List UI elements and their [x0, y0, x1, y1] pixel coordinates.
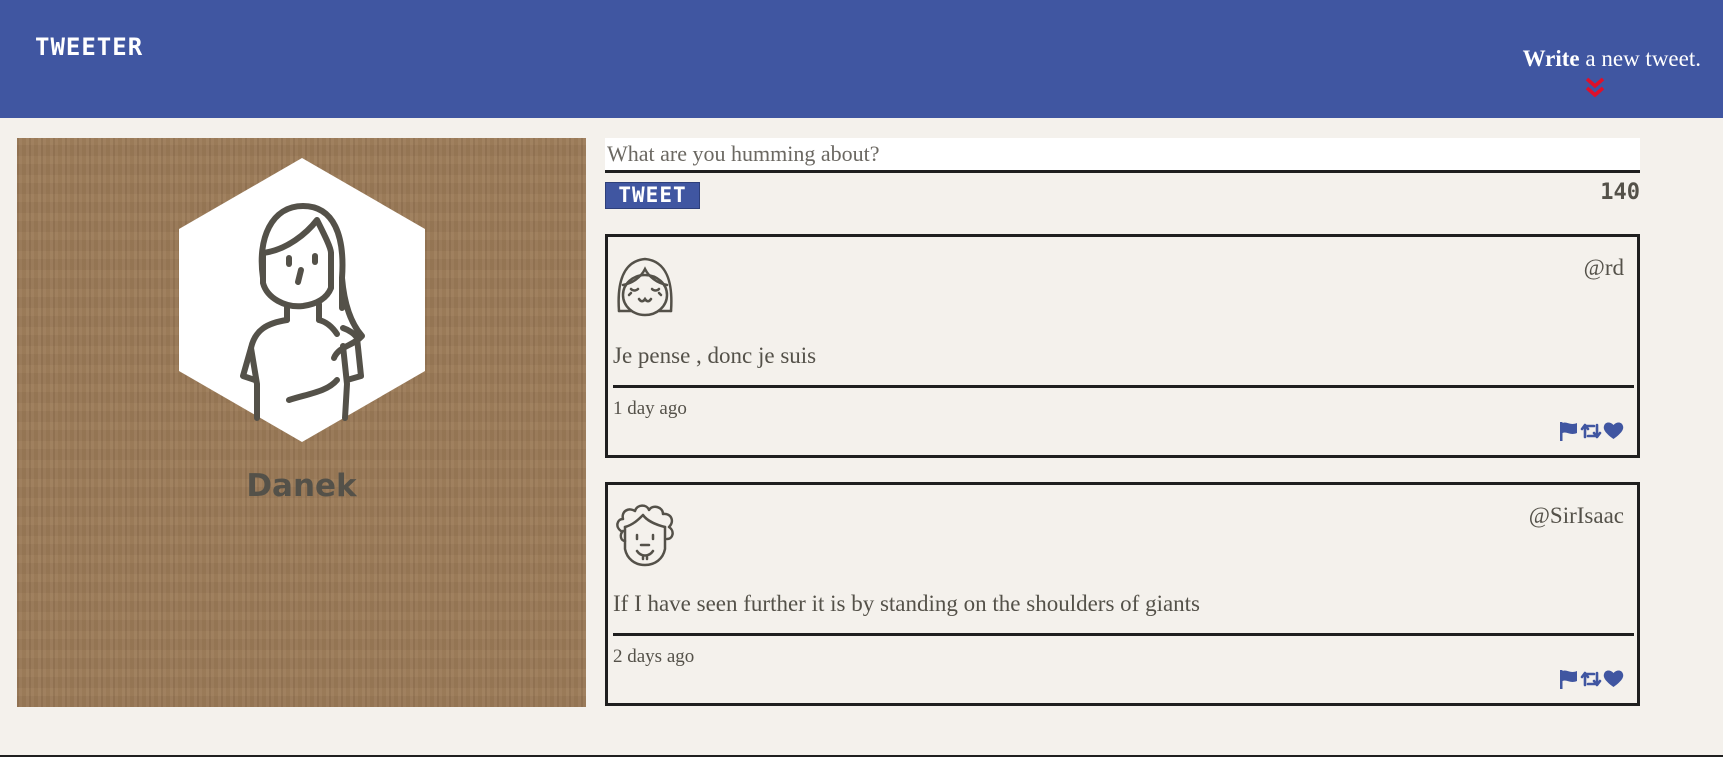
tweet-card: @SirIsaac If I have seen further it is b… [605, 482, 1640, 706]
tweet-actions [1559, 668, 1624, 690]
top-navbar: TWEETER Write a new tweet. [0, 0, 1723, 118]
profile-name: Danek [246, 468, 357, 504]
tweet-actions [1559, 420, 1624, 442]
compose-toggle-bold: Write [1522, 46, 1580, 71]
tweet-content: If I have seen further it is by standing… [613, 591, 1201, 616]
tweet-submit-button[interactable]: TWEET [605, 182, 700, 209]
girl-avatar-icon [613, 253, 677, 321]
write-new-tweet-toggle[interactable]: Write a new tweet. [1481, 46, 1701, 102]
retweet-icon[interactable] [1580, 669, 1602, 689]
flag-icon[interactable] [1559, 421, 1579, 441]
tweet-text-input[interactable] [605, 138, 1640, 173]
profile-panel: Danek [17, 138, 586, 707]
tweet-card: @rd Je pense , donc je suis 1 day ago [605, 234, 1640, 458]
tweet-timestamp: 2 days ago [613, 646, 695, 667]
profile-avatar [177, 158, 427, 442]
double-chevron-down-icon[interactable] [1583, 76, 1607, 100]
character-counter: 140 [1600, 180, 1640, 205]
tweet-divider [613, 633, 1634, 636]
compose-toggle-label: a new tweet. [1579, 46, 1701, 71]
heart-icon[interactable] [1603, 421, 1624, 441]
flag-icon[interactable] [1559, 669, 1579, 689]
tweet-timestamp: 1 day ago [613, 398, 687, 419]
curly-man-avatar-icon [613, 501, 677, 569]
retweet-icon[interactable] [1580, 421, 1602, 441]
brand-logo[interactable]: TWEETER [35, 33, 143, 61]
new-tweet-composer: TWEET 140 [605, 138, 1640, 209]
tweet-divider [613, 385, 1634, 388]
tweet-handle[interactable]: @rd [1584, 255, 1624, 281]
tweet-content: Je pense , donc je suis [613, 343, 817, 368]
heart-icon[interactable] [1603, 669, 1624, 689]
tweet-handle[interactable]: @SirIsaac [1529, 503, 1624, 529]
